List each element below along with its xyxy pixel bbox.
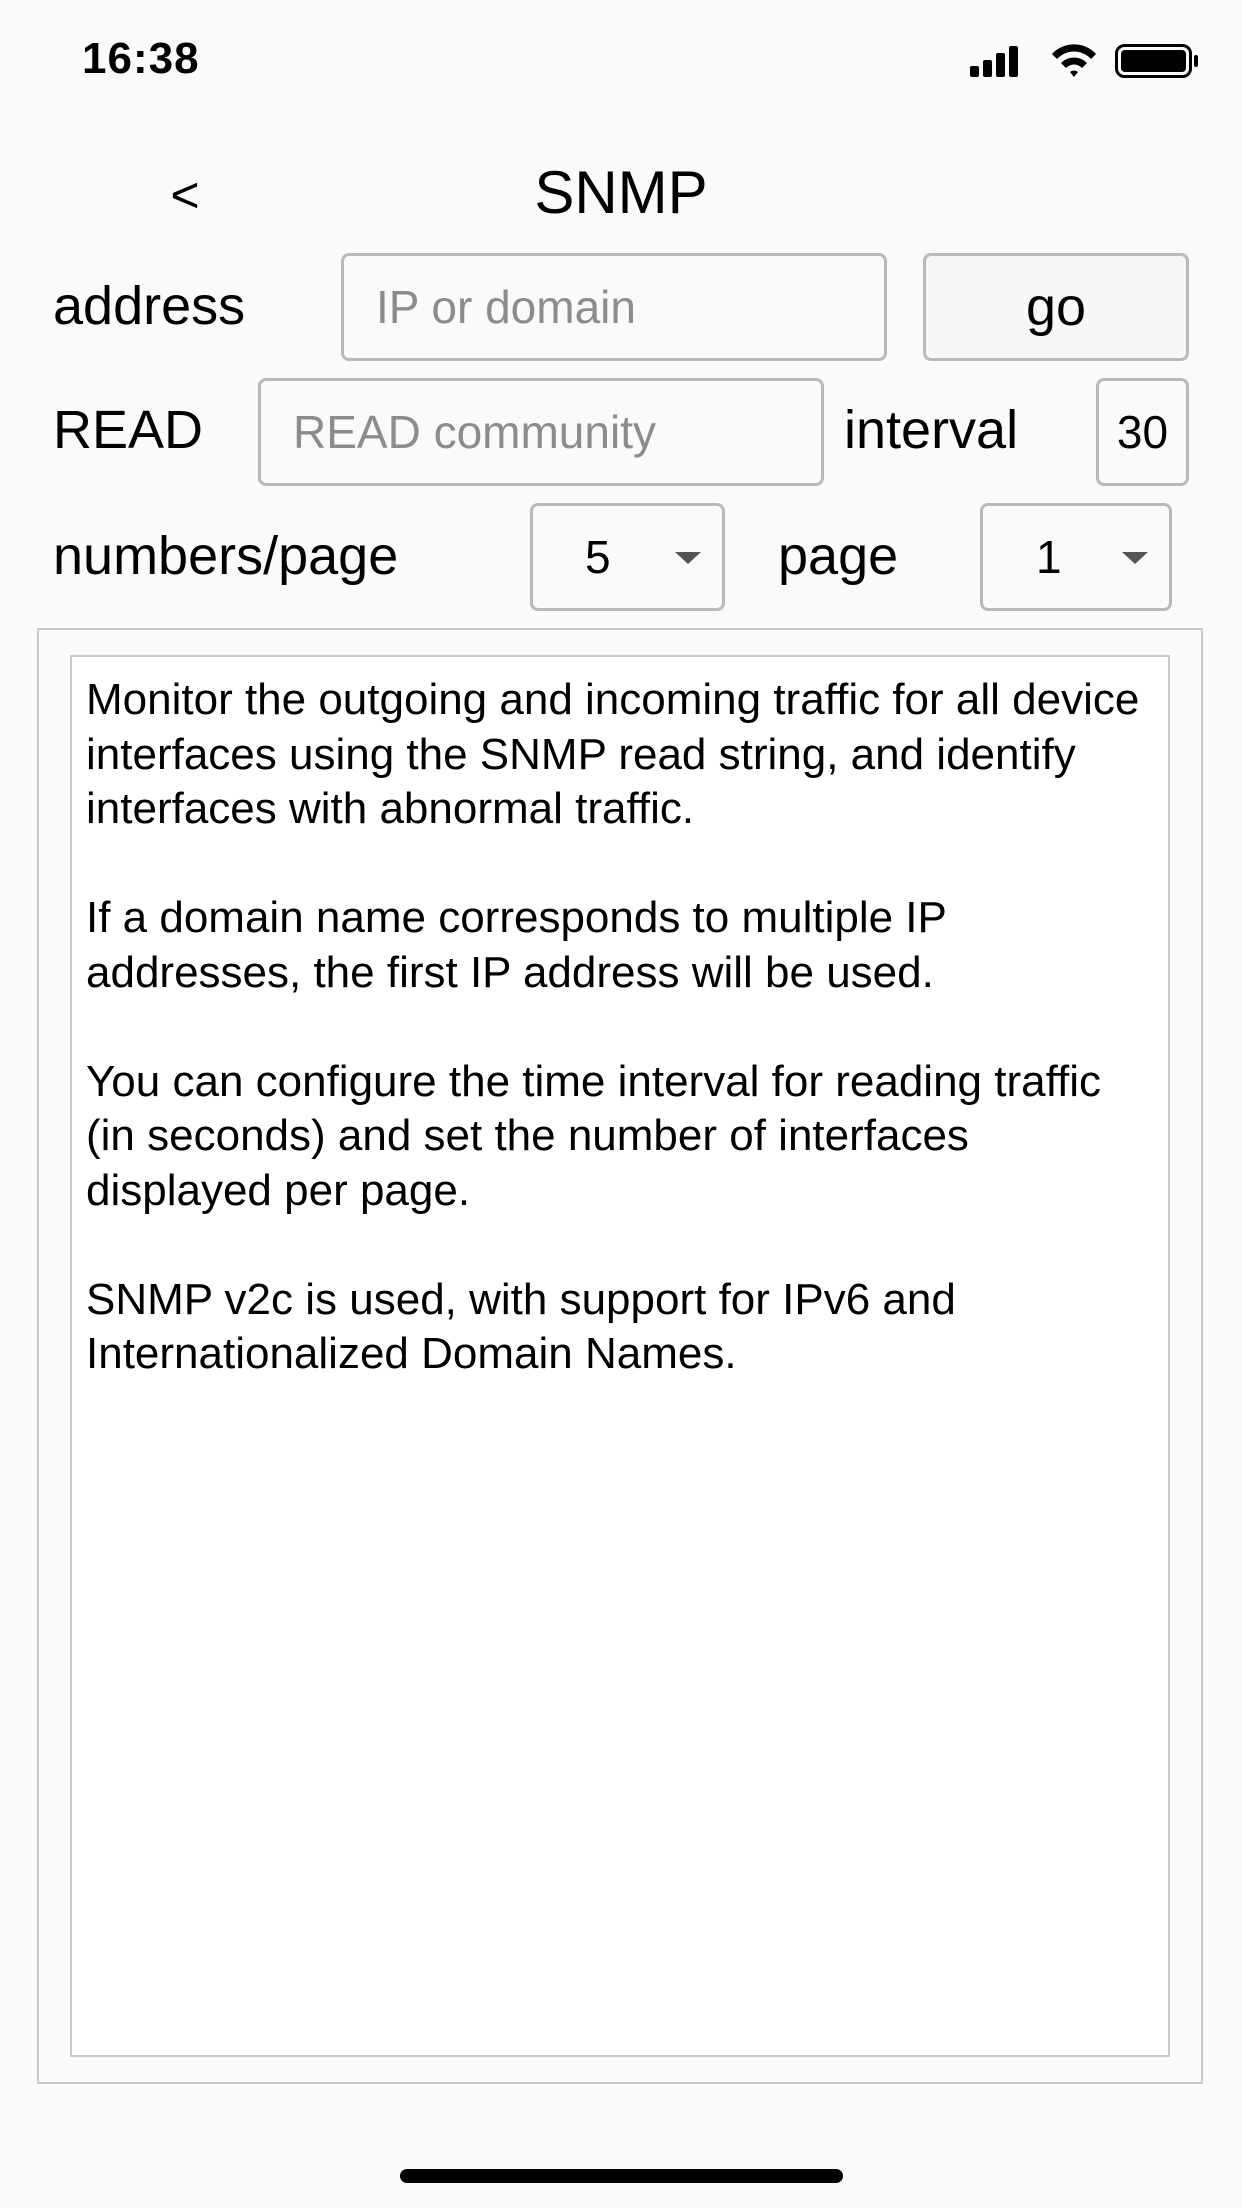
description-box[interactable]: Monitor the outgoing and incoming traffi… xyxy=(70,655,1170,2057)
numbers-per-page-select[interactable]: 5 xyxy=(530,503,725,611)
description-paragraph: Monitor the outgoing and incoming traffi… xyxy=(86,675,1140,833)
wifi-icon xyxy=(1052,44,1096,77)
page-title: SNMP xyxy=(534,159,708,226)
interval-field[interactable]: 30 xyxy=(1096,378,1189,486)
chevron-down-icon xyxy=(675,552,701,564)
numbers-per-page-label: numbers/page xyxy=(53,526,399,586)
address-input[interactable] xyxy=(341,253,887,361)
page-value: 1 xyxy=(1036,531,1062,583)
description-paragraph: SNMP v2c is used, with support for IPv6 … xyxy=(86,1274,956,1379)
cellular-signal-icon xyxy=(970,46,1018,77)
go-button[interactable]: go xyxy=(923,253,1189,361)
numbers-per-page-value: 5 xyxy=(585,531,611,583)
page-select[interactable]: 1 xyxy=(980,503,1172,611)
interval-label: interval xyxy=(844,400,1019,460)
home-indicator[interactable] xyxy=(400,2169,843,2183)
battery-icon xyxy=(1115,44,1198,78)
read-community-input[interactable] xyxy=(258,378,824,486)
page-label: page xyxy=(778,526,899,586)
address-label: address xyxy=(53,276,246,336)
description-paragraph: You can configure the time interval for … xyxy=(86,1056,1102,1215)
read-label: READ xyxy=(53,400,204,460)
description-paragraph: If a domain name corresponds to multiple… xyxy=(86,893,947,997)
status-icons xyxy=(970,44,1198,78)
chevron-down-icon xyxy=(1122,552,1148,564)
status-time: 16:38 xyxy=(82,34,200,83)
